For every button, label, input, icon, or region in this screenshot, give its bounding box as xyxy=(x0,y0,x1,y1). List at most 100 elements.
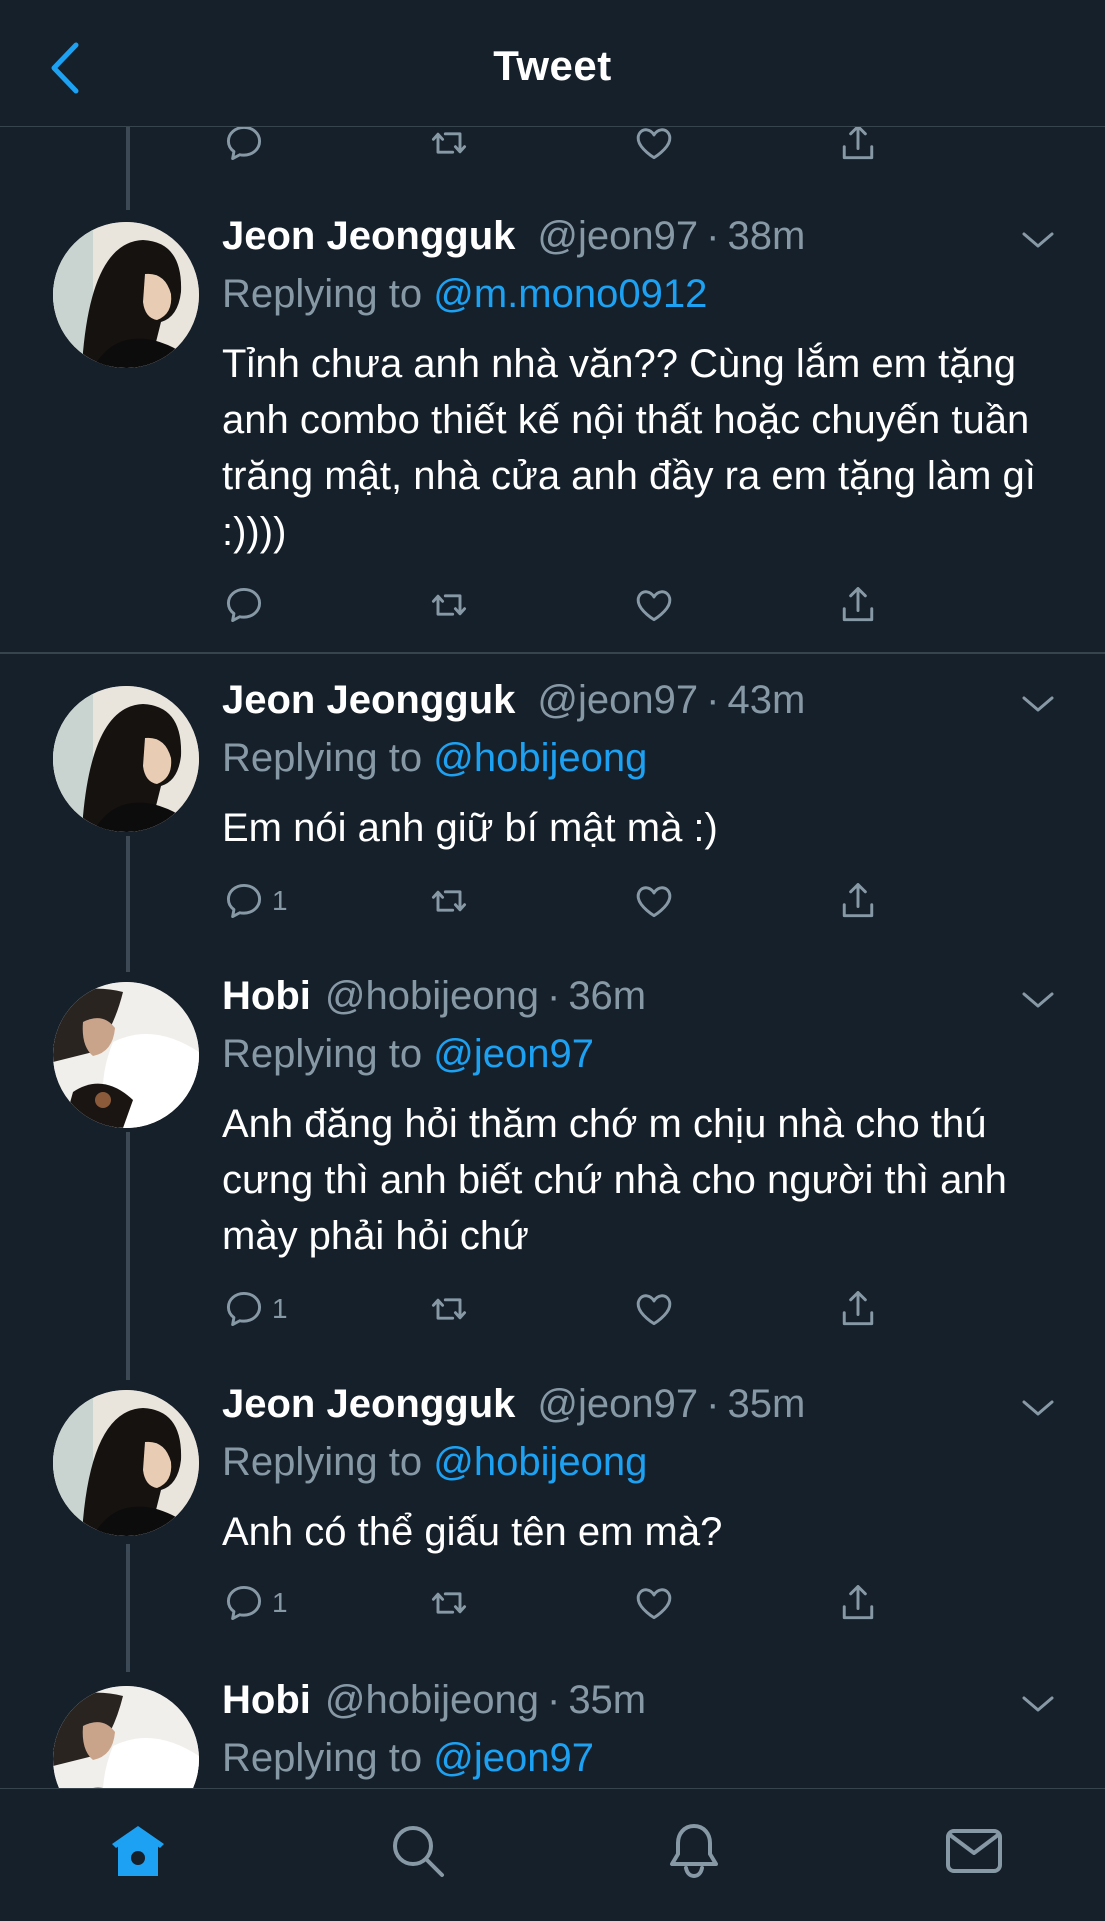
retweet-button[interactable] xyxy=(427,1578,471,1628)
page-title: Tweet xyxy=(493,42,612,89)
reply-button[interactable]: 1 xyxy=(222,1578,288,1628)
author-handle[interactable]: @hobijeong xyxy=(325,1678,539,1723)
share-icon xyxy=(842,125,874,160)
chevron-down-icon[interactable] xyxy=(1020,1396,1056,1420)
share-icon xyxy=(842,587,874,622)
replying-to: Replying to @jeon97 xyxy=(222,1032,594,1077)
reply-button[interactable]: 1 xyxy=(222,1284,288,1334)
author-handle[interactable]: @jeon97 xyxy=(537,678,698,723)
tweet-actions: 1 xyxy=(222,876,922,926)
thread-line xyxy=(126,1544,130,1672)
mention-link[interactable]: @jeon97 xyxy=(433,1736,594,1780)
tab-home[interactable] xyxy=(106,1819,170,1883)
heart-icon xyxy=(636,1294,672,1326)
thread-line xyxy=(126,126,130,210)
author-name[interactable]: Jeon Jeongguk xyxy=(222,1382,515,1427)
retweet-icon xyxy=(431,1298,467,1320)
tab-notifications[interactable] xyxy=(662,1819,726,1883)
share-button[interactable] xyxy=(836,876,880,926)
avatar-hobijeong[interactable] xyxy=(53,982,199,1128)
heart-icon xyxy=(636,886,672,918)
replying-prefix: Replying to xyxy=(222,1032,423,1076)
share-button[interactable] xyxy=(836,1284,880,1334)
reply-button[interactable] xyxy=(222,580,272,630)
share-icon xyxy=(842,1291,874,1326)
messages-icon xyxy=(946,1829,1002,1873)
share-button[interactable] xyxy=(836,1578,880,1628)
chevron-down-icon[interactable] xyxy=(1020,692,1056,716)
retweet-icon xyxy=(431,1592,467,1614)
chevron-down-icon[interactable] xyxy=(1020,1692,1056,1716)
chevron-down-icon[interactable] xyxy=(1020,988,1056,1012)
reply-icon xyxy=(226,1585,262,1621)
reply-count: 1 xyxy=(272,1587,288,1618)
retweet-button[interactable] xyxy=(427,580,471,630)
tab-messages[interactable] xyxy=(942,1819,1006,1883)
bottom-tab-bar xyxy=(0,1788,1105,1921)
timestamp[interactable]: 36m xyxy=(568,974,646,1019)
timestamp[interactable]: 43m xyxy=(727,678,805,723)
tweet-text: Em nói anh giữ bí mật mà :) xyxy=(222,806,718,850)
tab-search[interactable] xyxy=(386,1819,450,1883)
replying-prefix: Replying to xyxy=(222,736,423,780)
replying-to: Replying to @jeon97 xyxy=(222,1736,594,1781)
author-name[interactable]: Hobi xyxy=(222,974,311,1019)
reply-icon xyxy=(226,125,262,161)
heart-icon xyxy=(636,590,672,622)
tweet-text: Anh có thể giấu tên em mà? xyxy=(222,1510,723,1554)
tweet-divider xyxy=(0,652,1105,654)
author-name[interactable]: Hobi xyxy=(222,1678,311,1723)
mention-link[interactable]: @jeon97 xyxy=(433,1032,594,1076)
heart-icon xyxy=(636,1588,672,1620)
mention-link[interactable]: @m.mono0912 xyxy=(433,272,707,316)
tweet-actions: 1 xyxy=(222,1284,922,1334)
replying-prefix: Replying to xyxy=(222,1736,423,1780)
author-name[interactable]: Jeon Jeongguk xyxy=(222,678,515,723)
thread-line xyxy=(126,1132,130,1380)
avatar-jeon97[interactable] xyxy=(53,222,199,368)
chevron-down-icon[interactable] xyxy=(1020,228,1056,252)
like-button[interactable] xyxy=(632,876,676,926)
mention-link[interactable]: @hobijeong xyxy=(433,1440,647,1484)
reply-icon xyxy=(226,1291,262,1327)
tweet-thread: Jeon Jeongguk @jeon97 · 38m Replying to … xyxy=(0,0,1105,1788)
reply-icon xyxy=(226,883,262,919)
like-button[interactable] xyxy=(632,1284,676,1334)
replying-prefix: Replying to xyxy=(222,1440,423,1484)
like-button[interactable] xyxy=(632,580,676,630)
author-handle[interactable]: @jeon97 xyxy=(537,1382,698,1427)
thread-line xyxy=(126,836,130,972)
search-icon xyxy=(393,1826,444,1877)
avatar-jeon97[interactable] xyxy=(53,1390,199,1536)
timestamp[interactable]: 35m xyxy=(568,1678,646,1723)
replying-to: Replying to @hobijeong xyxy=(222,736,647,781)
tweet-text: Anh đăng hỏi thăm chớ m chịu nhà cho thú… xyxy=(222,1102,1007,1258)
retweet-icon xyxy=(431,594,467,616)
reply-count: 1 xyxy=(272,885,288,916)
avatar-hobijeong[interactable] xyxy=(53,1686,199,1788)
tweet-actions xyxy=(222,580,922,630)
reply-button[interactable]: 1 xyxy=(222,876,288,926)
retweet-button[interactable] xyxy=(427,1284,471,1334)
timestamp[interactable]: 38m xyxy=(727,214,805,259)
author-name[interactable]: Jeon Jeongguk xyxy=(222,214,515,259)
tweet-actions: 1 xyxy=(222,1578,922,1628)
share-button[interactable] xyxy=(836,580,880,630)
author-handle[interactable]: @hobijeong xyxy=(325,974,539,1019)
retweet-button[interactable] xyxy=(427,876,471,926)
separator-dot: · xyxy=(546,974,561,1018)
avatar-jeon97[interactable] xyxy=(53,686,199,832)
separator-dot: · xyxy=(546,1678,561,1722)
mention-link[interactable]: @hobijeong xyxy=(433,736,647,780)
separator-dot: · xyxy=(706,214,720,258)
retweet-icon xyxy=(431,132,467,154)
home-icon xyxy=(112,1826,164,1876)
replying-to: Replying to @hobijeong xyxy=(222,1440,647,1485)
author-handle[interactable]: @jeon97 xyxy=(537,214,698,259)
retweet-icon xyxy=(431,890,467,912)
like-button[interactable] xyxy=(632,1578,676,1628)
share-icon xyxy=(842,883,874,918)
tweet-text: Tỉnh chưa anh nhà văn?? Cùng lắm em tặng… xyxy=(222,342,1036,554)
timestamp[interactable]: 35m xyxy=(727,1382,805,1427)
replying-to: Replying to @m.mono0912 xyxy=(222,272,707,317)
